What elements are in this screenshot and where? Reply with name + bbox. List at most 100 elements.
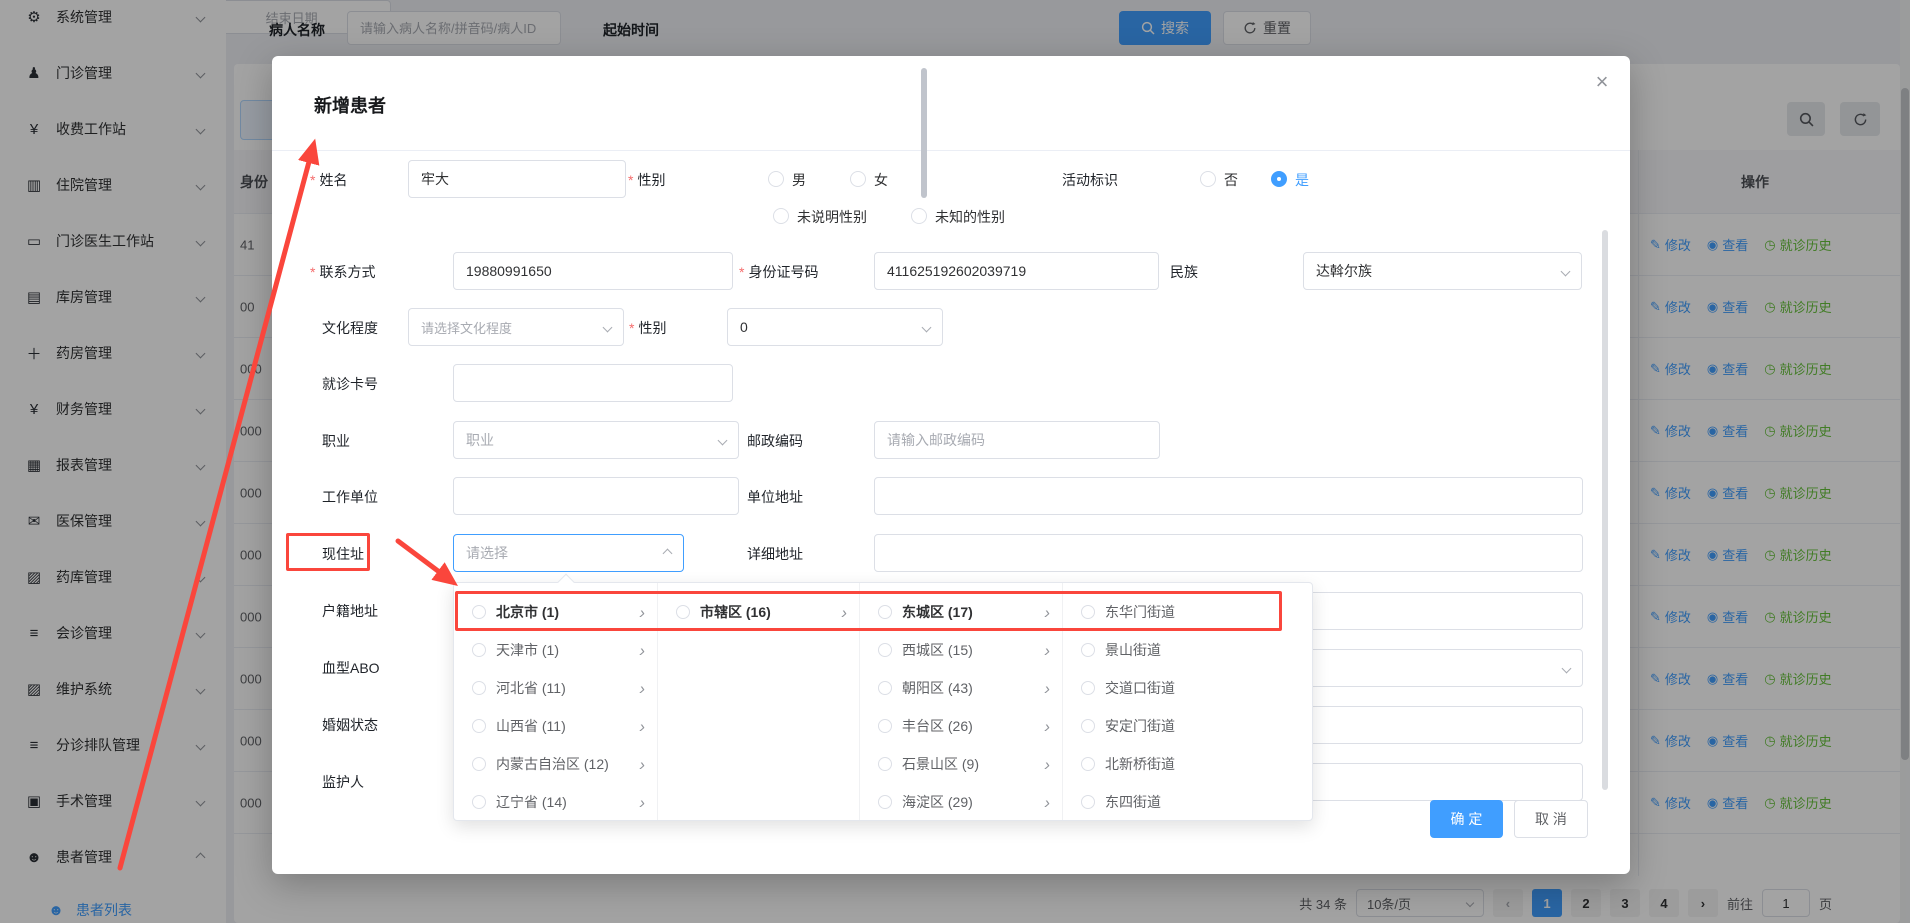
current-address-cascader[interactable]: 请选择 (453, 534, 684, 572)
sex-code-label: 性别 (629, 318, 666, 338)
phone-input[interactable] (453, 252, 733, 290)
radio-icon[interactable] (472, 681, 486, 695)
cascader-option[interactable]: 北新桥街道 (1063, 745, 1187, 783)
radio-icon[interactable] (1081, 795, 1095, 809)
name-input[interactable] (408, 160, 626, 198)
radio-icon[interactable] (472, 643, 486, 657)
radio-icon[interactable] (878, 605, 892, 619)
cancel-button[interactable]: 取 消 (1514, 800, 1588, 838)
chevron-right-icon (1044, 680, 1050, 697)
cascader-option[interactable]: 景山街道 (1063, 631, 1187, 669)
hukou-address-label: 户籍地址 (322, 601, 378, 621)
cascader-option-label: 东城区 (17) (902, 602, 1044, 622)
cascader-option[interactable]: 西城区 (15) (860, 631, 1062, 669)
job-select[interactable]: 职业 (453, 421, 739, 459)
cascader-option[interactable]: 东四街道 (1063, 783, 1187, 821)
cascader-option[interactable]: 交道口街道 (1063, 669, 1187, 707)
radio-icon[interactable] (878, 757, 892, 771)
radio-icon[interactable] (878, 681, 892, 695)
cascader-option[interactable]: 内蒙古自治区 (12) (454, 745, 657, 783)
cascader-option-label: 东四街道 (1105, 792, 1175, 812)
work-unit-input[interactable] (453, 477, 739, 515)
nation-select[interactable]: 达斡尔族 (1303, 252, 1582, 290)
cascader-option[interactable]: 东华门街道 (1063, 593, 1187, 631)
cascader-option[interactable]: 东城区 (17) (860, 593, 1062, 631)
radio-male-label[interactable]: 男 (792, 170, 806, 190)
add-patient-dialog: 新增患者 × 姓名 性别 男 女 活动标识 否 是 未说明性别 未知的性别 联系… (272, 56, 1630, 874)
work-address-label: 单位地址 (747, 487, 803, 507)
radio-active-no-label[interactable]: 否 (1224, 170, 1238, 190)
modal-scrollbar-thumb[interactable] (1602, 230, 1608, 790)
radio-icon[interactable] (1081, 643, 1095, 657)
radio-female[interactable] (850, 171, 866, 187)
current-address-label: 现住址 (322, 544, 364, 564)
cascader-option[interactable]: 北京市 (1) (454, 593, 657, 631)
id-card-input[interactable] (874, 252, 1159, 290)
cascader-option-label: 内蒙古自治区 (12) (496, 754, 639, 774)
radio-active-no[interactable] (1200, 171, 1216, 187)
chevron-right-icon (639, 680, 645, 697)
chevron-right-icon (639, 794, 645, 811)
guardian-label: 监护人 (322, 772, 364, 792)
cascader-option[interactable]: 辽宁省 (14) (454, 783, 657, 821)
radio-icon[interactable] (676, 605, 690, 619)
zip-input[interactable] (874, 421, 1160, 459)
education-label: 文化程度 (322, 318, 378, 338)
radio-icon[interactable] (1081, 719, 1095, 733)
cascader-option[interactable]: 山西省 (11) (454, 707, 657, 745)
chevron-right-icon (1044, 756, 1050, 773)
cascader-option[interactable]: 石景山区 (9) (860, 745, 1062, 783)
gender-label: 性别 (628, 170, 665, 190)
radio-gender-unknown[interactable] (911, 208, 927, 224)
radio-icon[interactable] (878, 795, 892, 809)
radio-icon[interactable] (472, 795, 486, 809)
radio-gender-unstated[interactable] (773, 208, 789, 224)
chevron-down-icon (922, 322, 932, 332)
radio-icon[interactable] (472, 757, 486, 771)
cascader-option-label: 安定门街道 (1105, 716, 1175, 736)
cascader-option[interactable]: 河北省 (11) (454, 669, 657, 707)
radio-male[interactable] (768, 171, 784, 187)
sex-code-select[interactable]: 0 (727, 308, 943, 346)
radio-icon[interactable] (472, 719, 486, 733)
cascader-option[interactable]: 市辖区 (16) (658, 593, 859, 631)
cascader-scrollbar-thumb[interactable] (921, 68, 927, 198)
cascader-option[interactable]: 丰台区 (26) (860, 707, 1062, 745)
cascader-option-label: 石景山区 (9) (902, 754, 1044, 774)
radio-icon[interactable] (1081, 681, 1095, 695)
work-address-input[interactable] (874, 477, 1583, 515)
confirm-button[interactable]: 确 定 (1430, 800, 1503, 838)
visit-card-label: 就诊卡号 (322, 374, 378, 394)
radio-female-label[interactable]: 女 (874, 170, 888, 190)
radio-active-yes[interactable] (1271, 171, 1287, 187)
cascader-option[interactable]: 天津市 (1) (454, 631, 657, 669)
radio-icon[interactable] (878, 643, 892, 657)
detail-address-input[interactable] (874, 534, 1583, 572)
cascader-option[interactable]: 朝阳区 (43) (860, 669, 1062, 707)
visit-card-input[interactable] (453, 364, 733, 402)
education-select[interactable]: 请选择文化程度 (408, 308, 624, 346)
radio-gender-unknown-label[interactable]: 未知的性别 (935, 207, 1005, 227)
cascader-option[interactable]: 海淀区 (29) (860, 783, 1062, 821)
cascader-option-label: 北京市 (1) (496, 602, 639, 622)
radio-icon[interactable] (472, 605, 486, 619)
nation-label: 民族 (1170, 262, 1198, 282)
cascader-option-label: 景山街道 (1105, 640, 1175, 660)
cascader-column: 东华门街道 景山街道 交道口街道 安定门街道 (1063, 583, 1187, 820)
active-flag-label: 活动标识 (1062, 170, 1118, 190)
chevron-right-icon (639, 642, 645, 659)
radio-icon[interactable] (878, 719, 892, 733)
app-root: ⚙ 系统管理 ♟ 门诊管理 ¥ 收费工作站 ▥ 住院管理 ▭ (0, 0, 1910, 923)
address-cascader-panel: 北京市 (1) 天津市 (1) 河北省 (11) 山西省 (453, 582, 1313, 821)
chevron-right-icon (841, 604, 847, 621)
radio-active-yes-label[interactable]: 是 (1295, 170, 1309, 190)
chevron-down-icon (1561, 266, 1571, 276)
radio-icon[interactable] (1081, 605, 1095, 619)
close-icon[interactable]: × (1588, 68, 1616, 96)
radio-icon[interactable] (1081, 757, 1095, 771)
chevron-right-icon (1044, 642, 1050, 659)
cascader-option[interactable]: 安定门街道 (1063, 707, 1187, 745)
chevron-right-icon (1044, 604, 1050, 621)
work-unit-label: 工作单位 (322, 487, 378, 507)
radio-gender-unstated-label[interactable]: 未说明性别 (797, 207, 867, 227)
